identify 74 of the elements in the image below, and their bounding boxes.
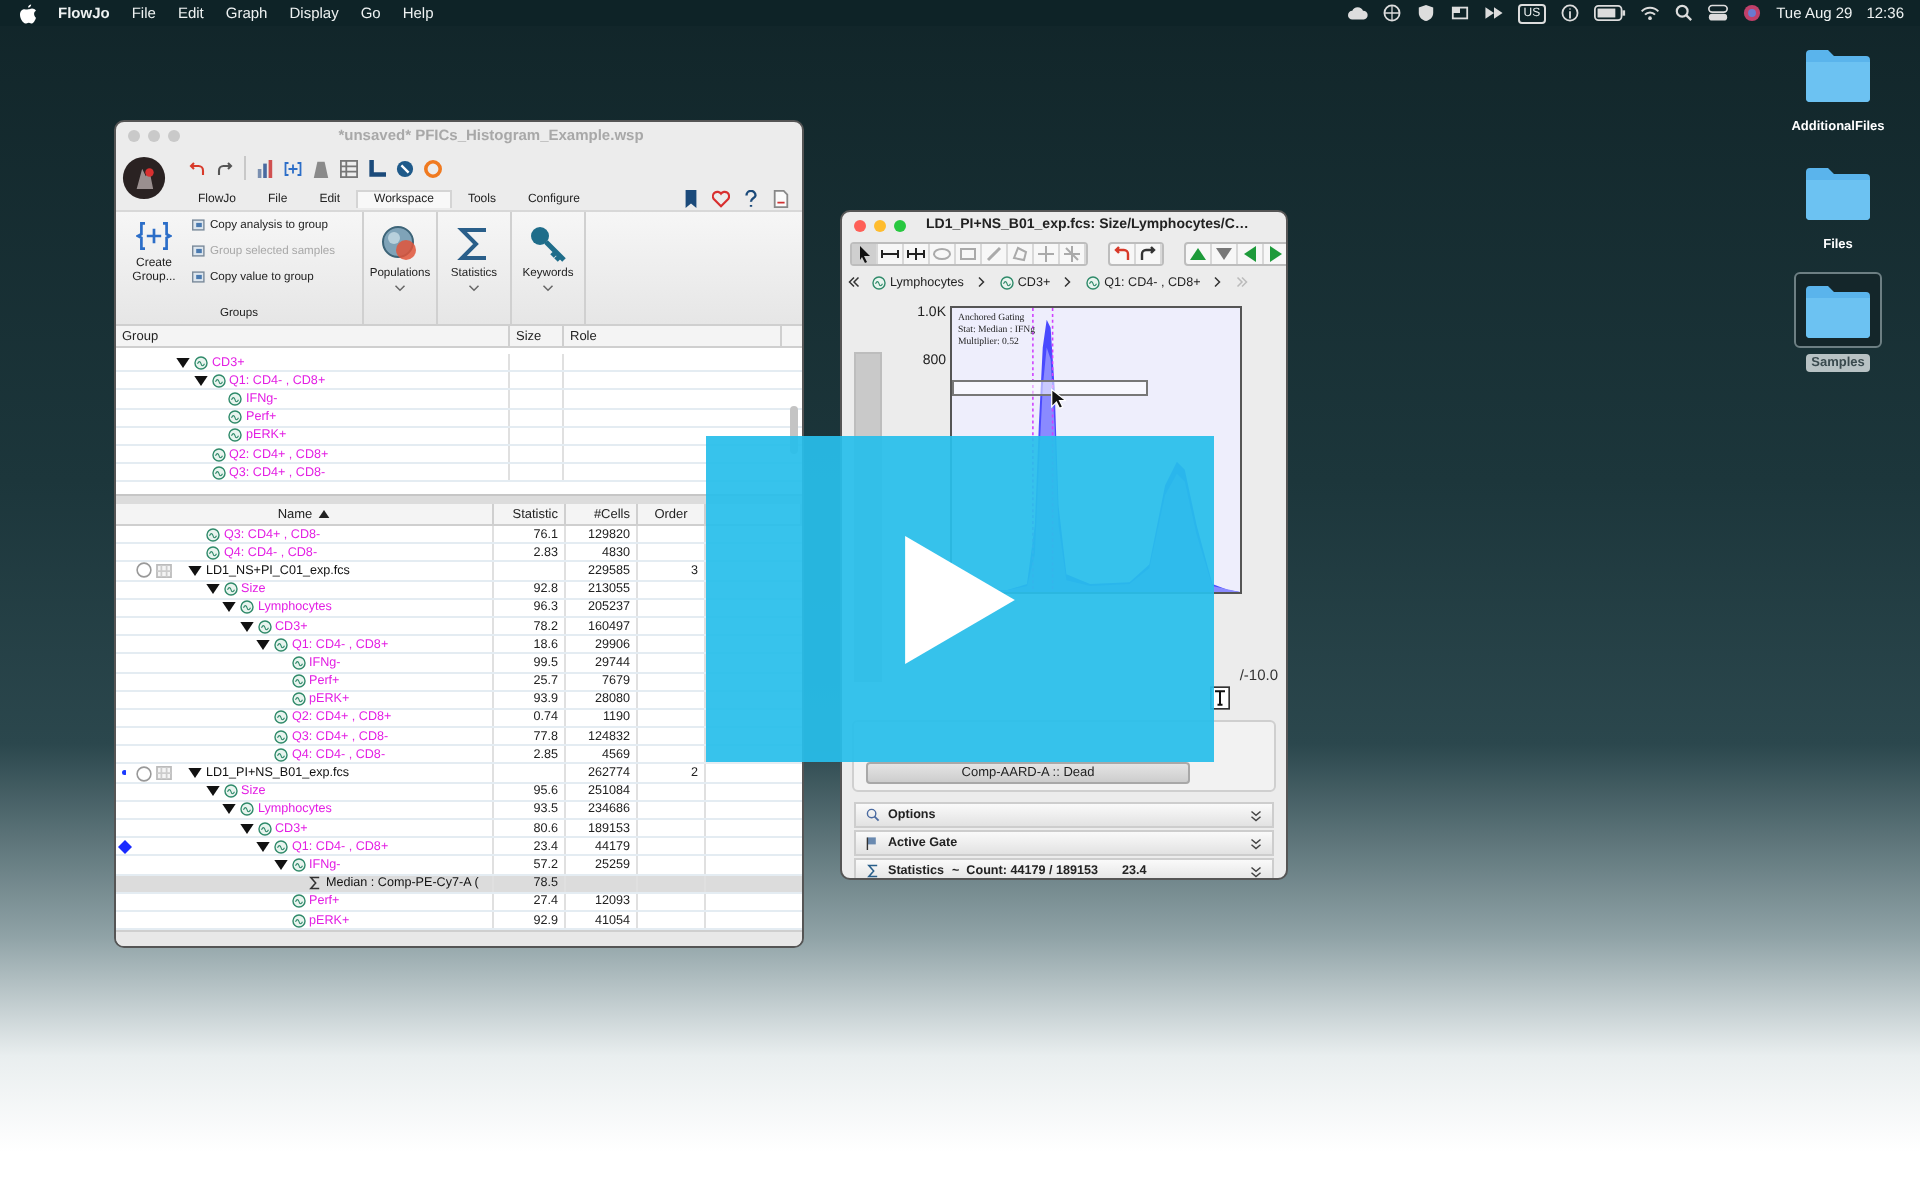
double-chevron-down-icon[interactable] [1250,809,1262,821]
bar-chart-icon[interactable] [256,159,274,177]
window-icon[interactable] [1449,4,1470,22]
chevron-right-icon [975,276,988,288]
chevron-right-icon [1212,276,1225,288]
disclosure-triangle-icon[interactable] [188,768,202,779]
group-action-icon [192,244,206,258]
add-group-icon[interactable] [284,159,302,177]
document-icon[interactable] [772,190,790,208]
disclosure-triangle-icon[interactable] [273,859,287,870]
gate-icon [999,275,1014,289]
gate-icon [872,275,886,289]
key-icon [528,224,568,264]
cloud-icon[interactable] [1347,4,1368,22]
range-gate[interactable] [952,380,1148,396]
disclosure-triangle-icon[interactable] [205,584,219,595]
double-chevron-down-icon[interactable] [1250,865,1262,877]
search-icon[interactable] [1674,4,1695,22]
redo-icon[interactable] [216,159,234,177]
double-chevron-down-icon[interactable] [1250,837,1262,849]
help-icon[interactable] [742,190,760,208]
shield-icon[interactable] [1415,4,1436,22]
disclosure-triangle-icon[interactable] [222,804,236,815]
l-shape-icon[interactable] [368,159,386,177]
arrows-icon[interactable] [1483,4,1504,22]
chevron-down-icon [394,284,406,292]
range-tool-icon[interactable] [878,243,904,263]
sigma-icon [308,876,322,891]
group-action-icon [192,218,206,232]
sigma-icon [866,864,880,878]
info-icon[interactable] [1560,4,1581,22]
chevron-right-icon [1062,276,1075,288]
folder-icon[interactable] [1794,272,1882,348]
disclosure-triangle-icon[interactable] [188,565,202,576]
pointer-tool-icon[interactable] [852,243,878,263]
mouse-pointer-icon [1050,388,1066,410]
wifi-icon[interactable] [1640,4,1661,22]
add-group-icon [136,220,172,252]
close-button[interactable] [854,219,866,231]
bisector-tool-icon[interactable] [904,243,930,263]
grid-icon [156,766,172,781]
disclosure-triangle-icon[interactable] [193,375,207,386]
group-action-icon [192,270,206,284]
grid-icon [156,563,172,578]
apple-logo-icon[interactable] [20,3,36,23]
layout-icon[interactable] [312,159,330,177]
heart-icon[interactable] [712,190,730,208]
gate-flag-icon [866,836,880,850]
disclosure-triangle-icon[interactable] [222,602,236,613]
double-chevron-left-icon[interactable] [848,276,860,288]
table-icon[interactable] [340,159,358,177]
disclosure-triangle-icon[interactable] [239,823,253,834]
up-arrow-icon[interactable] [1186,243,1212,263]
chevron-down-icon [468,284,480,292]
undo-icon[interactable] [188,159,206,177]
gate-icon [1086,275,1101,289]
down-arrow-icon[interactable] [1212,243,1238,263]
magnifier-icon [866,808,880,822]
globe-icon[interactable] [1381,4,1402,22]
disclosure-triangle-icon[interactable] [256,639,270,650]
sample-radio-button[interactable] [136,562,152,579]
disclosure-triangle-icon[interactable] [176,357,190,368]
right-arrow-icon[interactable] [1264,243,1286,263]
disclosure-triangle-icon[interactable] [256,841,270,852]
disclosure-triangle-icon[interactable] [239,621,253,632]
control-center-icon[interactable] [1708,4,1729,22]
chevron-down-icon [542,284,554,292]
disclosure-triangle-icon[interactable] [205,786,219,797]
app-logo-icon[interactable] [122,156,166,200]
sample-radio-button[interactable] [136,765,152,782]
siri-icon[interactable] [1742,4,1763,22]
circle-arrow-icon[interactable] [396,159,414,177]
overlapping-circles-icon [380,224,420,264]
battery-icon[interactable] [1594,4,1627,22]
